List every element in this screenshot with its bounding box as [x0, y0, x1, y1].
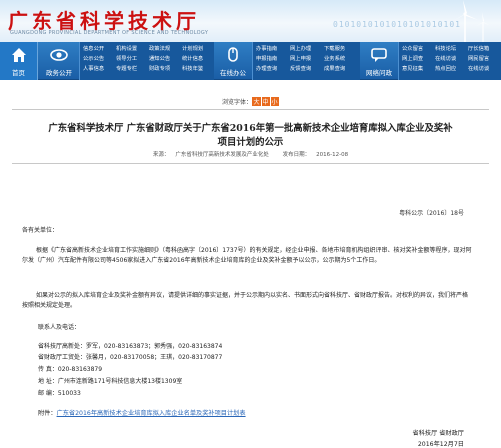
eye-icon	[50, 49, 68, 61]
attachment-link[interactable]: 广东省2016年高新技术企业培育库拟入库企业名单及奖补项目计划表	[57, 410, 246, 417]
nav-gov-open[interactable]: 政务公开	[39, 42, 79, 80]
nav-link[interactable]: 热点回应	[435, 65, 468, 73]
divider	[12, 163, 489, 164]
nav-link[interactable]: 下载服务	[324, 45, 358, 53]
home-icon	[11, 48, 26, 62]
paragraph-1: 根据《广东省高新技术企业培育工作实施细则》（粤科函高字〔2016〕1737号）的…	[22, 247, 472, 264]
source-value: 广东省科技厅高新技术发展及产业化处	[175, 152, 269, 158]
font-size-label: 浏览字体：	[221, 99, 252, 106]
nav-link[interactable]: 信息公开	[83, 45, 116, 53]
wind-turbine-icon	[453, 0, 491, 42]
nav-link[interactable]: 机构设置	[116, 45, 149, 53]
nav-link[interactable]: 公众留言	[402, 45, 435, 53]
nav-gov-open-label: 政务公开	[46, 69, 72, 77]
nav-link[interactable]: 反馈查询	[290, 65, 324, 73]
nav-link[interactable]: 专题专栏	[116, 65, 149, 73]
date-label: 发布日期：	[282, 152, 311, 158]
font-medium-button[interactable]: 中	[261, 97, 270, 106]
nav-link[interactable]: 办事指南	[256, 45, 290, 53]
nav-link[interactable]: 网上办理	[290, 45, 324, 53]
font-small-button[interactable]: 小	[270, 97, 279, 106]
nav-link[interactable]: 公示公告	[83, 55, 116, 63]
nav-link[interactable]: 在线访谈	[468, 65, 501, 73]
nav-link[interactable]: 网民留言	[468, 55, 501, 63]
site-header: 0101010101010101010101 10101010101010101…	[0, 0, 501, 42]
nav-link[interactable]: 领导分工	[116, 55, 149, 63]
contact-line: 省科技厅高新处：罗军，020-83163873；郭秀强，020-83163874	[38, 343, 223, 350]
date-value: 2016-12-08	[316, 152, 349, 158]
nav-link[interactable]: 通知公告	[149, 55, 182, 63]
nav-home-label: 首页	[12, 69, 25, 77]
nav-link[interactable]: 科技年鉴	[182, 65, 215, 73]
nav-link[interactable]: 业务系统	[324, 55, 358, 63]
nav-online-label: 在线办公	[220, 69, 246, 77]
nav-link[interactable]: 申报指南	[256, 55, 290, 63]
nav-interact-links: 公众留言 科技论坛 厅长信箱 网上调查 在线访谈 网民留言 意见征集 热点回应 …	[398, 42, 501, 80]
doc-number: 粤科公示〔2016〕18号	[399, 210, 464, 217]
source-label: 来源：	[152, 152, 170, 158]
main-nav: 首页 政务公开 信息公开 机构设置 政策法规 计划规划 公示公告 领导分工 通知…	[0, 42, 501, 80]
mouse-icon	[228, 47, 238, 62]
font-large-button[interactable]: 大	[252, 97, 261, 106]
contact-line: 地 址：广州市连新路171号科技信息大楼13楼1309室	[38, 378, 183, 385]
nav-online[interactable]: 在线办公	[214, 42, 252, 80]
nav-gov-open-links: 信息公开 机构设置 政策法规 计划规划 公示公告 领导分工 通知公告 统计信息 …	[79, 42, 214, 80]
contact-line: 省财政厅工贸处：张馨月，020-83170058；王琪，020-83170877	[38, 354, 223, 361]
nav-interact-label: 网络问政	[366, 69, 392, 77]
article-meta: 来源： 广东省科技厅高新技术发展及产业化处 发布日期： 2016-12-08	[0, 150, 501, 158]
nav-link[interactable]: 财政专项	[149, 65, 182, 73]
contact-line: 传 真：020-83163879	[38, 366, 103, 373]
nav-link[interactable]: 在线访谈	[435, 55, 468, 63]
signature-date: 2016年12月7日	[417, 441, 464, 448]
nav-link[interactable]: 统计信息	[182, 55, 215, 63]
nav-online-links: 办事指南 网上办理 下载服务 申报指南 网上申报 业务系统 办理查询 反馈查询 …	[252, 42, 360, 80]
nav-home[interactable]: 首页	[0, 42, 38, 80]
page-title: 广东省科学技术厅 广东省财政厅关于广东省2016年第一批高新技术企业培育库拟入库…	[48, 123, 453, 148]
attachment-label: 附件：	[38, 410, 57, 417]
nav-link[interactable]: 科技论坛	[435, 45, 468, 53]
nav-link[interactable]: 成果查询	[324, 65, 358, 73]
font-size-switcher: 浏览字体：大中小	[0, 97, 501, 106]
divider	[12, 109, 489, 110]
nav-link[interactable]: 政策法规	[149, 45, 182, 53]
nav-link[interactable]: 计划规划	[182, 45, 215, 53]
salutation: 各有关单位：	[22, 227, 59, 234]
signature: 省科技厅 省财政厅	[412, 430, 464, 437]
attachment: 附件：广东省2016年高新技术企业培育库拟入库企业名单及奖补项目计划表	[38, 408, 246, 417]
paragraph-2: 如果对公示的拟入库培育企业及奖补金额有异议，请提供详细的事实证据，并于公示期内以…	[22, 292, 469, 309]
nav-link[interactable]: 意见征集	[402, 65, 435, 73]
nav-link[interactable]: 网上调查	[402, 55, 435, 63]
nav-link[interactable]: 网上申报	[290, 55, 324, 63]
site-subtitle: GUANGDONG PROVINCIAL DEPARTMENT OF SCIEN…	[10, 30, 209, 36]
contact-line: 邮 编：510033	[38, 390, 81, 397]
nav-link[interactable]: 厅长信箱	[468, 45, 501, 53]
contacts-title: 联系人及电话：	[38, 324, 81, 331]
nav-link[interactable]: 办理查询	[256, 65, 290, 73]
chat-bubble-icon	[371, 48, 387, 62]
nav-interact[interactable]: 网络问政	[360, 42, 398, 80]
nav-link[interactable]: 人事信息	[83, 65, 116, 73]
